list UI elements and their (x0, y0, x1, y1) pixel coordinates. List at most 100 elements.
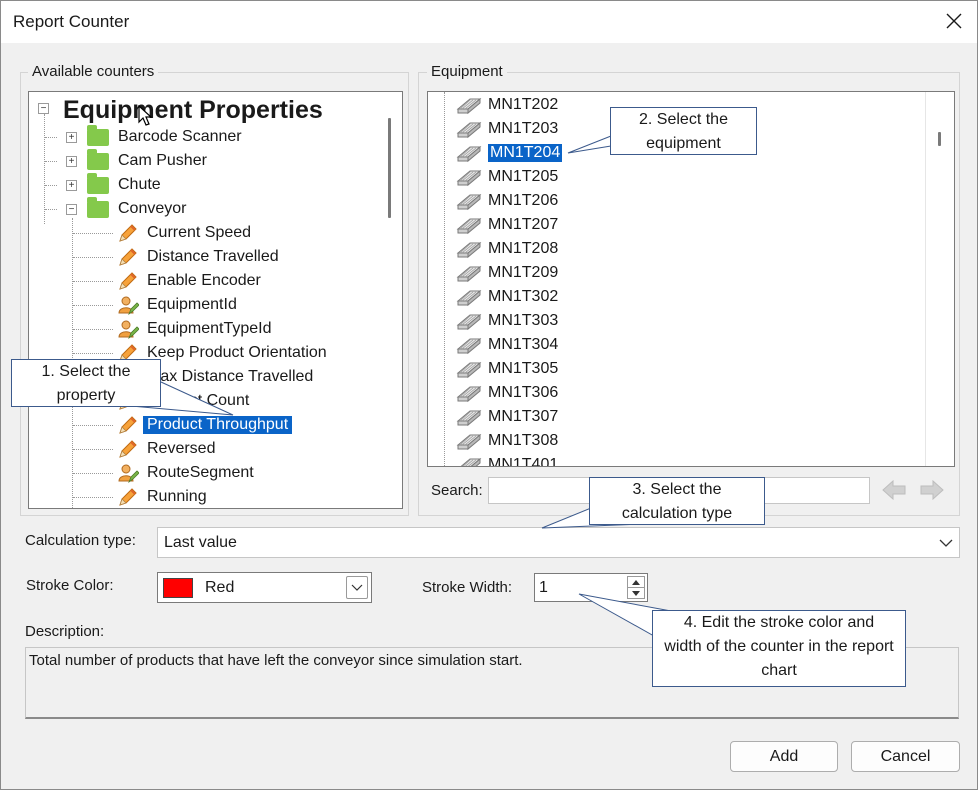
stroke-color-select[interactable]: Red (157, 572, 372, 603)
report-counter-dialog: Report Counter Available counters − Equi… (0, 0, 978, 790)
tree-root-label: Equipment Properties (63, 95, 323, 124)
tree-property-label: Distance Travelled (147, 248, 279, 265)
conveyor-icon (456, 359, 482, 379)
conveyor-icon (456, 239, 482, 259)
equipment-item[interactable]: MN1T205 (456, 165, 558, 189)
stroke-width-value: 1 (539, 578, 548, 596)
caret-down-icon (632, 590, 640, 596)
equipment-scrollbar-thumb[interactable] (938, 132, 941, 146)
pencil-icon (117, 246, 139, 268)
add-button[interactable]: Add (730, 741, 838, 772)
equipment-item-label: MN1T208 (488, 240, 559, 257)
next-button[interactable] (916, 477, 948, 503)
equipment-item[interactable]: MN1T308 (456, 429, 558, 453)
tree-root[interactable]: Equipment Properties (63, 96, 323, 124)
equipment-item[interactable]: MN1T305 (456, 357, 558, 381)
user-property-icon (117, 462, 140, 484)
equipment-item[interactable]: MN1T303 (456, 309, 558, 333)
user-property-icon (117, 294, 140, 316)
callout-edit-stroke: 4. Edit the stroke color and width of th… (652, 610, 906, 687)
tree-guide-line (73, 329, 113, 330)
conveyor-icon (456, 287, 482, 307)
conveyor-icon (456, 191, 482, 211)
decrement-button[interactable] (627, 588, 645, 599)
conveyor-icon (456, 383, 482, 403)
conveyor-icon (456, 95, 482, 115)
collapse-toggle[interactable]: − (38, 103, 49, 114)
collapse-toggle[interactable]: − (66, 204, 77, 215)
tree-folder-label: Chute (118, 176, 161, 193)
equipment-legend: Equipment (427, 63, 507, 80)
equipment-item-label: MN1T307 (488, 408, 559, 425)
tree-folder-barcode-scanner[interactable]: Barcode Scanner (87, 124, 242, 149)
tree-folder-chute[interactable]: Chute (87, 172, 161, 197)
folder-icon (87, 196, 109, 218)
tree-property-label: Reversed (147, 440, 216, 457)
tree-guide-line (44, 114, 45, 224)
conveyor-icon (456, 119, 482, 139)
equipment-item[interactable]: MN1T306 (456, 381, 558, 405)
stroke-width-stepper[interactable]: 1 (534, 573, 648, 602)
expand-toggle[interactable]: + (66, 132, 77, 143)
equipment-item[interactable]: MN1T202 (456, 93, 558, 117)
caret-up-icon (632, 579, 640, 585)
equipment-item[interactable]: MN1T203 (456, 117, 558, 141)
tree-property-item[interactable]: EquipmentTypeId (117, 317, 272, 341)
tree-property-item[interactable]: RouteSegment (117, 461, 254, 485)
tree-property-item[interactable]: Current Speed (117, 221, 251, 245)
counters-tree[interactable]: − Equipment Properties + Barcode Scanner… (28, 91, 403, 509)
tree-folder-label: Conveyor (118, 200, 187, 217)
expand-toggle[interactable]: + (66, 156, 77, 167)
tree-property-item[interactable]: Product Throughput (117, 413, 293, 437)
arrow-left-icon (882, 479, 906, 501)
tree-guide-line (73, 353, 113, 354)
equipment-item-label: MN1T202 (488, 96, 559, 113)
tree-property-label: RouteSegment (147, 464, 254, 481)
description-text: Total number of products that have left … (29, 652, 523, 669)
equipment-item-label: MN1T305 (488, 360, 559, 377)
tree-property-item[interactable]: Running (117, 485, 207, 508)
equipment-item-label: MN1T303 (488, 312, 559, 329)
pencil-icon (117, 486, 139, 508)
cancel-button[interactable]: Cancel (851, 741, 960, 772)
conveyor-icon (456, 335, 482, 355)
tree-property-label: Enable Encoder (147, 272, 261, 289)
equipment-item[interactable]: MN1T304 (456, 333, 558, 357)
tree-property-item[interactable]: EquipmentId (117, 293, 237, 317)
increment-button[interactable] (627, 576, 645, 588)
equipment-item[interactable]: MN1T401 (456, 453, 558, 466)
equipment-item[interactable]: MN1T307 (456, 405, 558, 429)
tree-property-item[interactable]: Reversed (117, 437, 215, 461)
tree-property-label: EquipmentTypeId (147, 320, 272, 337)
folder-icon (87, 172, 109, 194)
tree-guide-line (45, 137, 57, 138)
equipment-item[interactable]: MN1T302 (456, 285, 558, 309)
tree-guide-line (45, 161, 57, 162)
tree-folder-conveyor[interactable]: Conveyor (87, 196, 187, 221)
stroke-color-label: Stroke Color: (26, 577, 114, 594)
tree-folder-cam-pusher[interactable]: Cam Pusher (87, 148, 207, 173)
previous-button[interactable] (878, 477, 910, 503)
stroke-color-value: Red (205, 578, 235, 596)
chevron-down-icon (351, 584, 363, 591)
tree-scrollbar-thumb[interactable] (388, 118, 391, 218)
tree-guide-line (73, 233, 113, 234)
dropdown-button[interactable] (933, 528, 959, 557)
equipment-item[interactable]: MN1T208 (456, 237, 558, 261)
tree-guide-line (73, 473, 113, 474)
dropdown-button[interactable] (346, 576, 368, 599)
tree-property-item[interactable]: Distance Travelled (117, 245, 279, 269)
equipment-item[interactable]: MN1T206 (456, 189, 558, 213)
expand-toggle[interactable]: + (66, 180, 77, 191)
calculation-type-select[interactable]: Last value (157, 527, 960, 558)
equipment-item[interactable]: MN1T207 (456, 213, 558, 237)
equipment-item[interactable]: MN1T204 (456, 141, 564, 165)
callout-select-calculation: 3. Select the calculation type (589, 477, 765, 525)
calculation-type-label: Calculation type: (25, 532, 136, 549)
tree-property-item[interactable]: Enable Encoder (117, 269, 261, 293)
close-button[interactable] (931, 1, 977, 41)
tree-property-label: Keep Product Orientation (147, 344, 327, 361)
equipment-item-label: MN1T206 (488, 192, 559, 209)
equipment-item[interactable]: MN1T209 (456, 261, 558, 285)
tree-guide-line (73, 305, 113, 306)
